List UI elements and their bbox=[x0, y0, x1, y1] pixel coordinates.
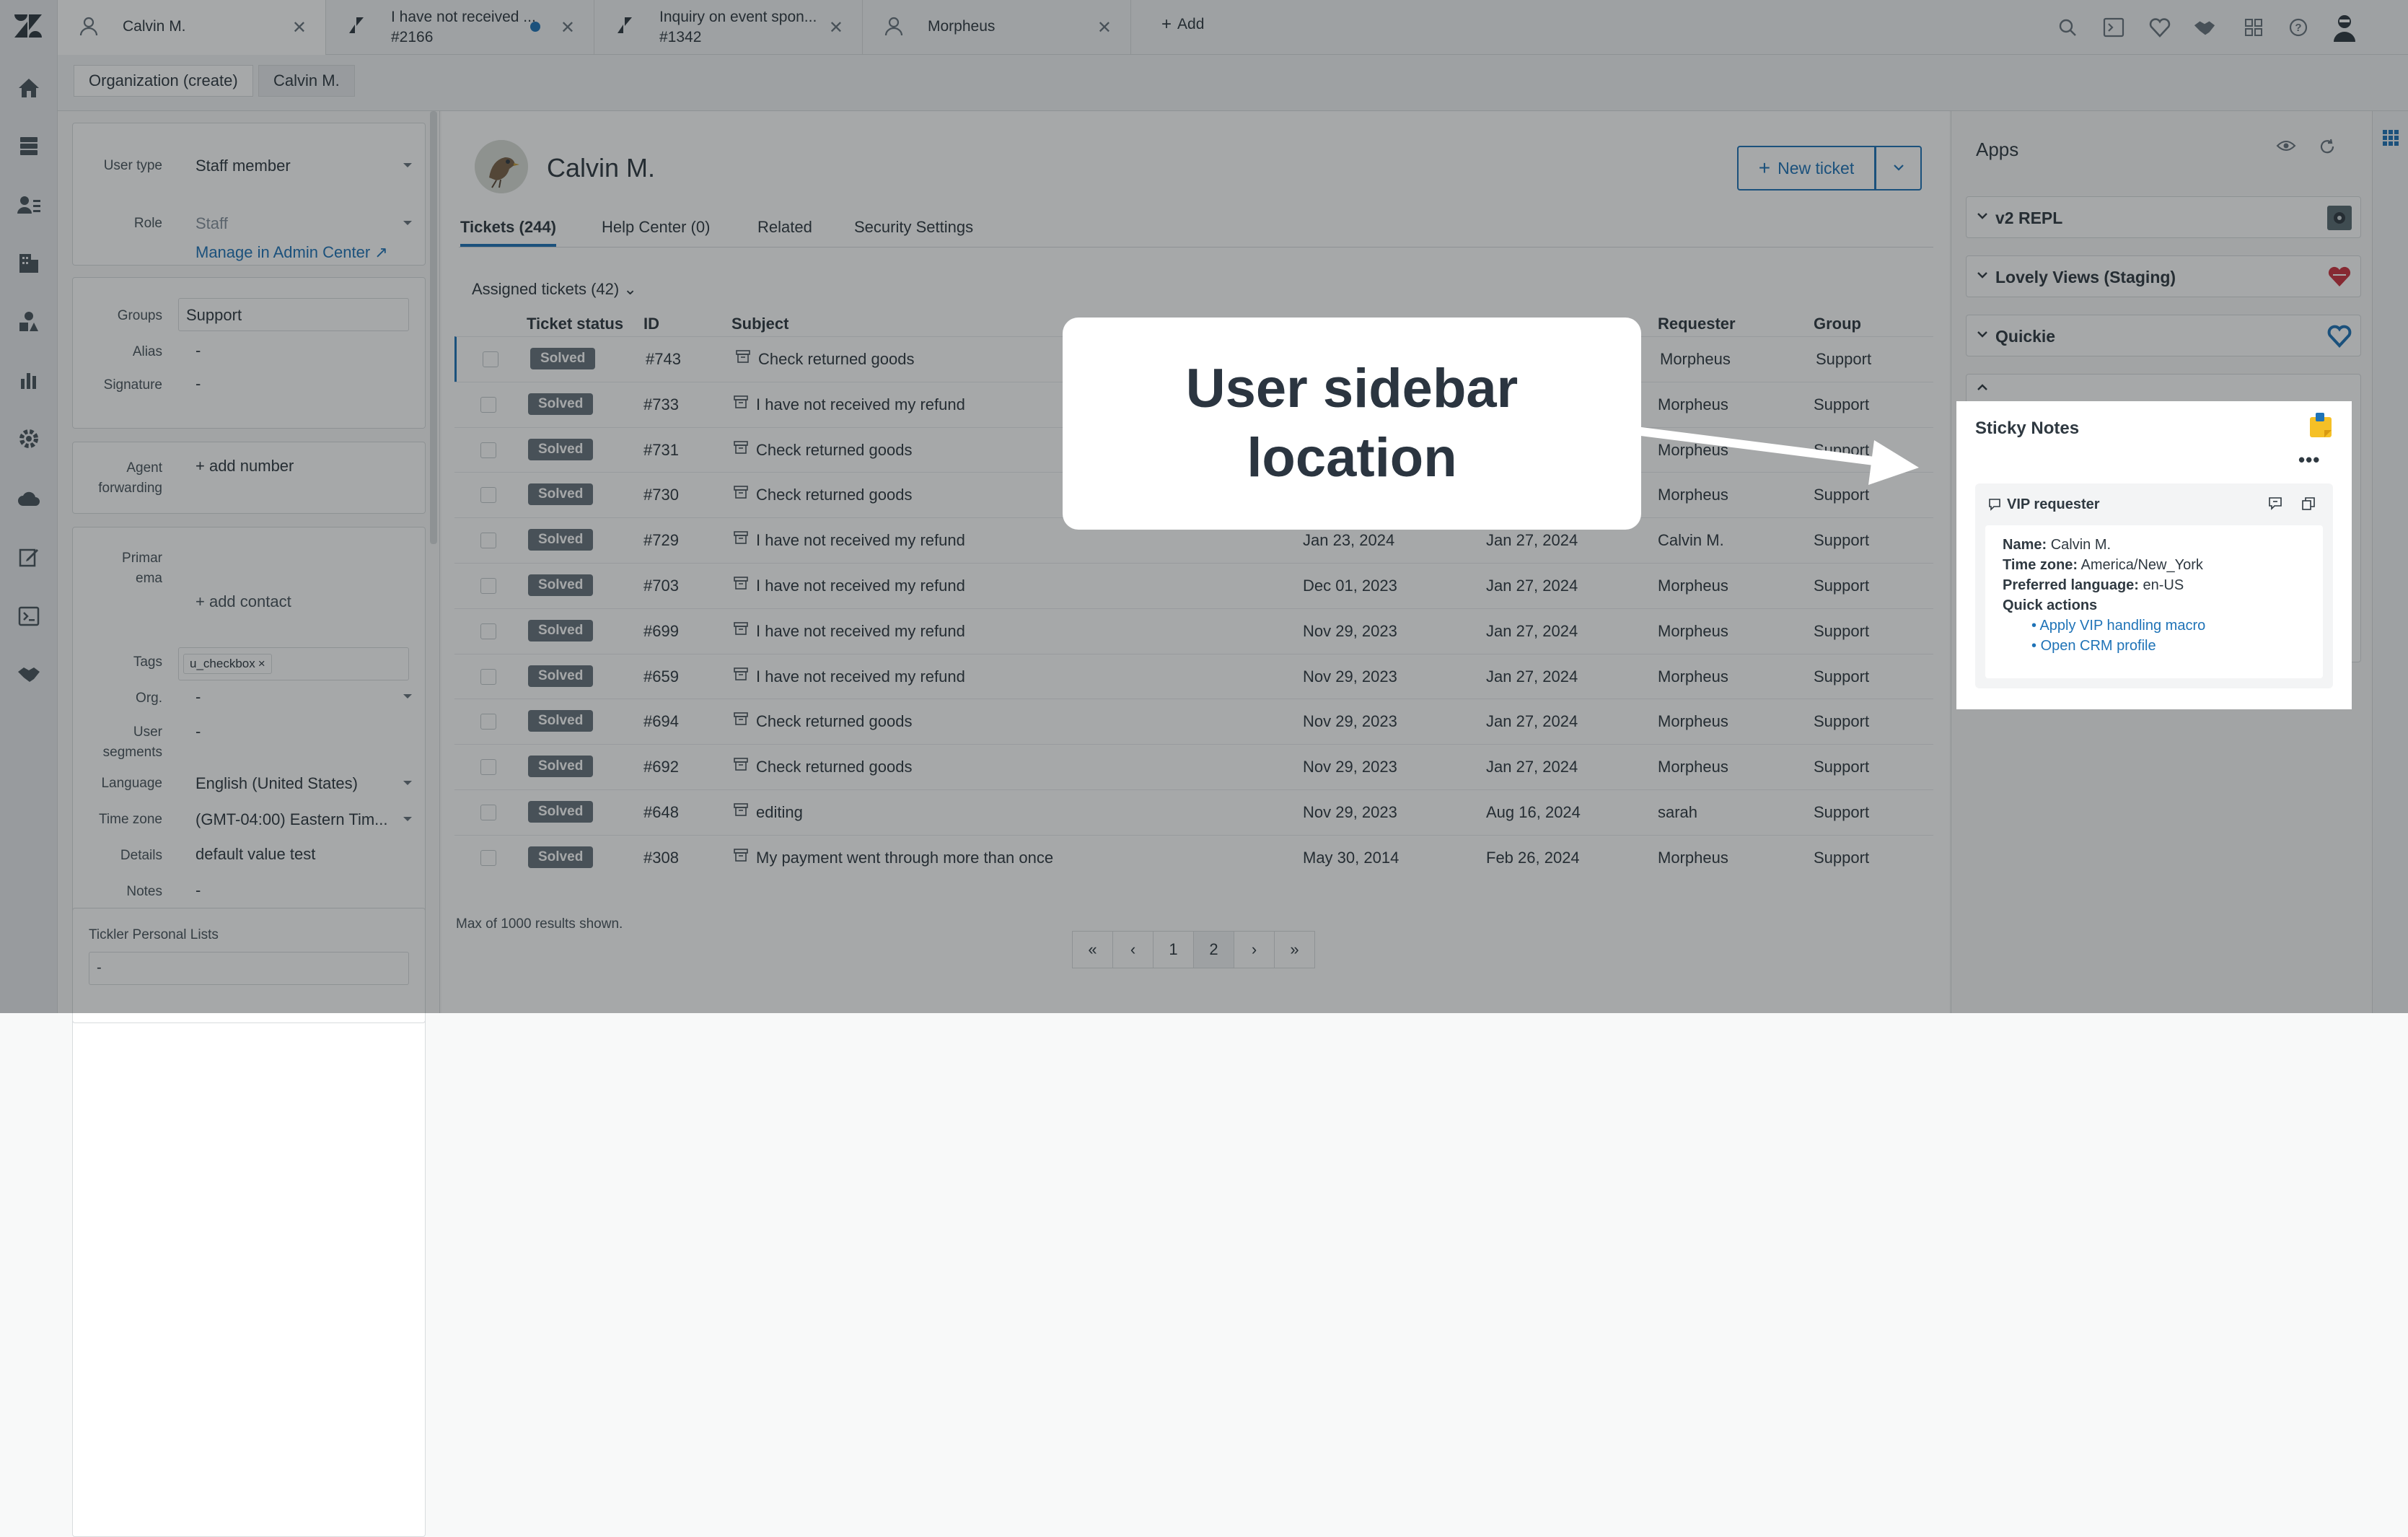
note-language-value: en-US bbox=[2143, 577, 2184, 593]
more-options-icon[interactable]: ••• bbox=[2298, 449, 2320, 471]
sticky-note-app-icon bbox=[2307, 411, 2336, 444]
note-card: VIP requester Name: Calvin M. Time zone:… bbox=[1975, 483, 2333, 688]
callout-text: User sidebar location bbox=[1185, 358, 1519, 489]
sticky-notes-app: Sticky Notes ••• VIP requester Name: Cal… bbox=[1956, 401, 2352, 709]
sticky-notes-title: Sticky Notes bbox=[1975, 419, 2080, 438]
note-icon bbox=[1988, 498, 2001, 514]
comment-icon[interactable] bbox=[2268, 496, 2282, 514]
note-title: VIP requester bbox=[2007, 496, 2100, 512]
note-timezone-value: America/New_York bbox=[2080, 557, 2203, 573]
apply-vip-macro-link[interactable]: • Apply VIP handling macro bbox=[2031, 618, 2205, 634]
callout-box: User sidebar location bbox=[1063, 318, 1641, 530]
quick-actions-heading: Quick actions bbox=[2003, 597, 2098, 613]
open-crm-profile-link[interactable]: • Open CRM profile bbox=[2031, 638, 2156, 654]
note-body: Name: Calvin M. Time zone: America/New_Y… bbox=[1985, 525, 2323, 678]
copy-icon[interactable] bbox=[2301, 496, 2316, 514]
note-name-value: Calvin M. bbox=[2050, 537, 2112, 553]
